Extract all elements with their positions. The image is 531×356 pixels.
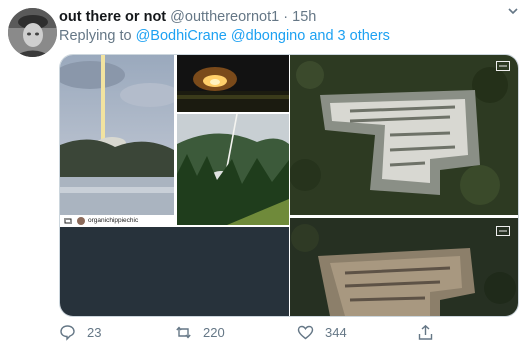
media-grid: organichippiechic	[59, 54, 519, 317]
gif-credit-text: organichippiechic	[88, 217, 139, 224]
share-button[interactable]	[417, 322, 434, 342]
media-dark-panel	[60, 227, 289, 316]
retweet-button[interactable]: 220	[175, 322, 225, 342]
timestamp[interactable]: 15h	[292, 9, 316, 25]
gif-credit-bar: organichippiechic	[60, 215, 174, 227]
media-image-aerial-after[interactable]	[290, 218, 518, 316]
replying-to: Replying to @BodhiCrane @dbongino and 3 …	[59, 28, 390, 44]
media-image-forest-beam[interactable]	[177, 114, 289, 225]
reply-button[interactable]: 23	[59, 322, 101, 342]
image-corner-icon	[496, 226, 510, 236]
tweet-actions: 23 220 344	[59, 322, 519, 342]
display-name[interactable]: out there or not	[59, 9, 166, 25]
retweet-count: 220	[203, 324, 225, 340]
avatar[interactable]	[8, 8, 57, 57]
like-button[interactable]: 344	[297, 322, 347, 342]
replying-to-label: Replying to	[59, 28, 132, 44]
user-handle[interactable]: @outthereornot1	[170, 9, 279, 25]
retweet-icon	[176, 325, 191, 339]
like-count: 344	[325, 324, 347, 340]
media-image-night-fire[interactable]	[177, 55, 289, 112]
separator: ·	[283, 9, 289, 25]
media-image-aerial-before[interactable]	[290, 55, 518, 215]
image-corner-icon	[496, 61, 510, 71]
credit-avatar	[77, 217, 85, 225]
comment-icon	[60, 324, 75, 341]
heart-icon	[297, 325, 314, 339]
tweet-header: out there or not @outthereornot1 · 15h	[59, 9, 316, 25]
reply-count: 23	[87, 324, 102, 340]
retweet-icon	[64, 218, 72, 224]
reply-mentions[interactable]: @BodhiCrane @dbongino and 3 others	[136, 28, 390, 44]
share-icon	[418, 324, 433, 340]
tweet[interactable]: out there or not @outthereornot1 · 15h R…	[0, 0, 531, 356]
chevron-down-icon[interactable]	[506, 4, 520, 18]
